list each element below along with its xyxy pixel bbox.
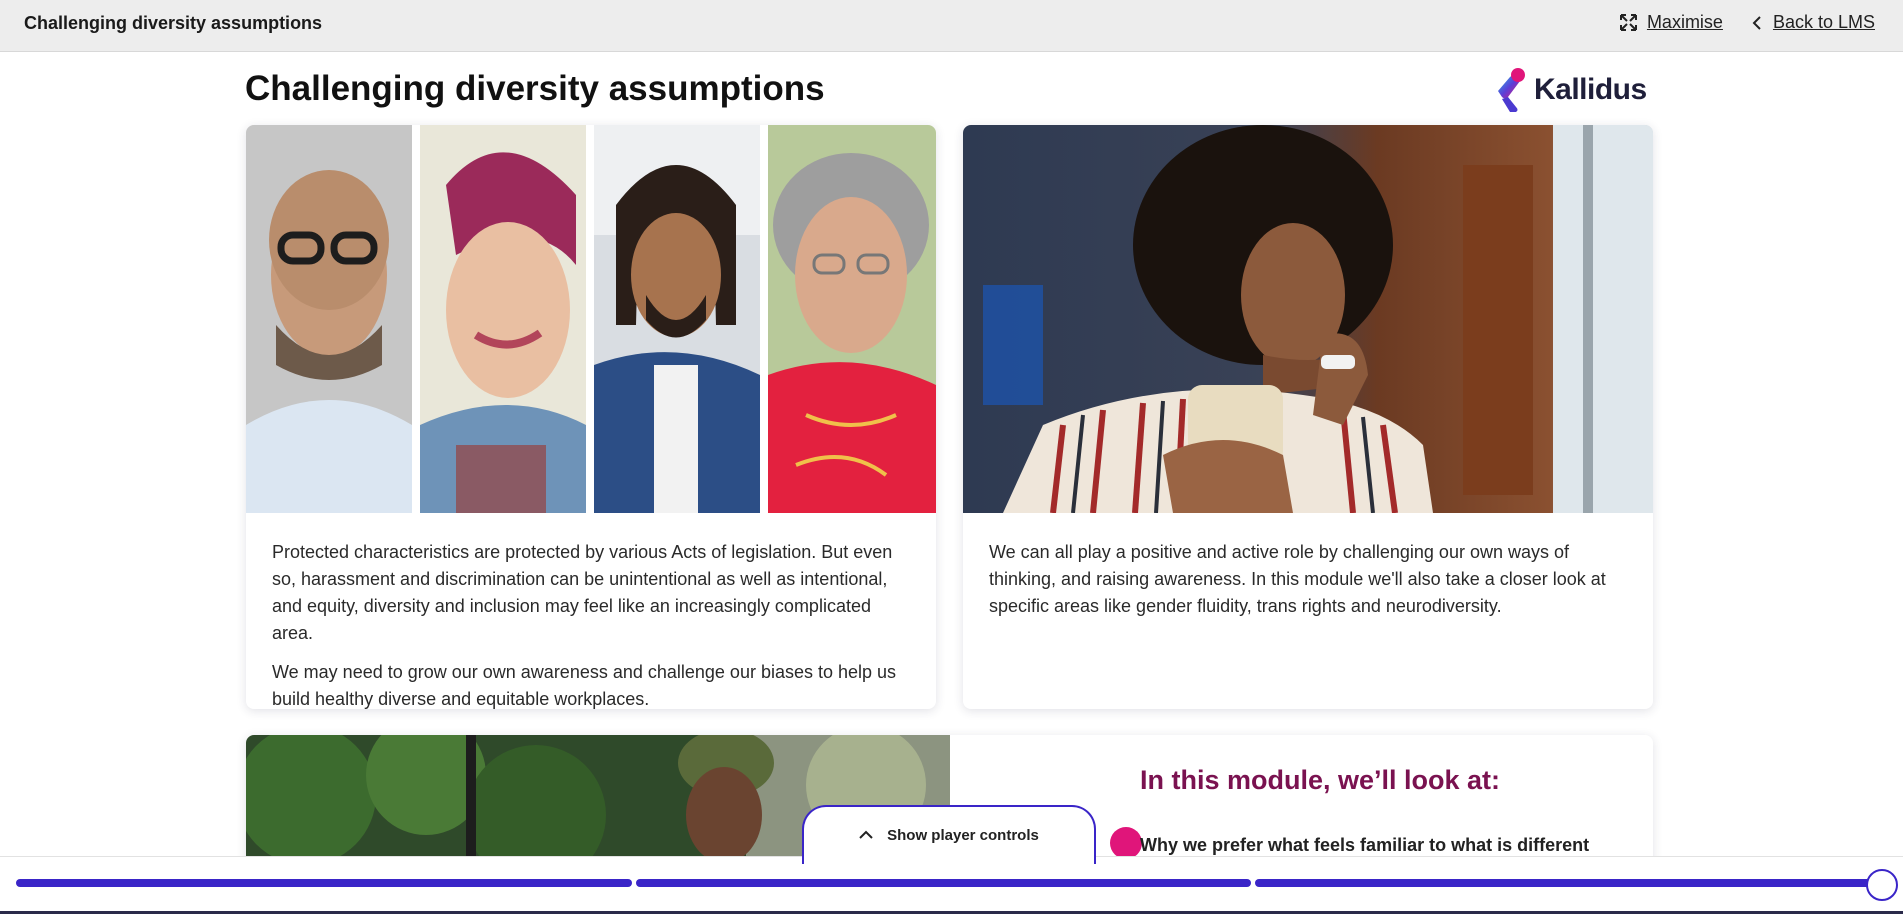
progress-segment (16, 879, 632, 887)
top-bar: Challenging diversity assumptions Maximi… (0, 0, 1903, 52)
maximise-label: Maximise (1646, 12, 1723, 32)
kallidus-logo: Kallidus (1494, 67, 1647, 113)
maximise-button[interactable]: Maximise (1619, 12, 1723, 33)
progress-segment (635, 879, 1252, 887)
info-card-legislation: Protected characteristics are protected … (246, 125, 936, 709)
player-bar (0, 856, 1903, 914)
thoughtful-woman-image (963, 125, 1653, 513)
progress-segment (1255, 879, 1872, 887)
chevron-up-icon (859, 827, 873, 844)
logo-text: Kallidus (1534, 73, 1647, 106)
back-to-lms-label: Back to LMS (1772, 12, 1875, 32)
progress-handle[interactable] (1866, 869, 1898, 901)
chevron-left-icon (1751, 15, 1763, 31)
kallidus-logo-mark (1498, 68, 1525, 112)
progress-bar (16, 879, 1872, 887)
lesson-content: Challenging diversity assumptions Kallid… (0, 52, 1903, 856)
show-player-controls-button[interactable]: Show player controls (802, 805, 1096, 864)
info-card-awareness: We can all play a positive and active ro… (963, 125, 1653, 709)
bullet-marker (1110, 827, 1142, 856)
back-to-lms-link[interactable]: Back to LMS (1751, 12, 1875, 33)
topbar-actions: Maximise Back to LMS (1619, 12, 1875, 33)
card-paragraph: Protected characteristics are protected … (272, 542, 893, 643)
page-title: Challenging diversity assumptions (245, 69, 825, 108)
maximise-icon (1619, 14, 1637, 31)
module-heading: In this module, we’ll look at: (1140, 765, 1501, 795)
four-diverse-portraits-image (246, 125, 936, 513)
card-text: Protected characteristics are protected … (246, 513, 936, 709)
card-text: We can all play a positive and active ro… (963, 513, 1653, 620)
card-paragraph: We may need to grow our own awareness an… (272, 662, 897, 709)
show-player-controls-label: Show player controls (887, 827, 1039, 844)
module-topic-item: Why we prefer what feels familiar to wha… (1140, 835, 1590, 855)
app-title: Challenging diversity assumptions (24, 13, 323, 33)
card-paragraph: We can all play a positive and active ro… (989, 542, 1606, 616)
